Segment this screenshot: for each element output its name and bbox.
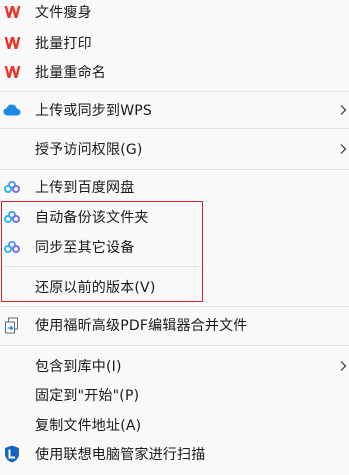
menu-item-foxit-merge[interactable]: 使用福昕高级PDF编辑器合并文件 <box>0 310 349 340</box>
menu-item-file-slim[interactable]: 文件瘦身 <box>0 0 349 27</box>
menu-separator <box>0 128 349 129</box>
menu-separator <box>0 306 349 307</box>
baidu-netdisk-icon <box>3 208 21 226</box>
menu-item-include-in-library[interactable]: 包含到库中(I) <box>0 351 349 381</box>
wps-icon <box>3 3 21 21</box>
menu-item-copy-path[interactable]: 复制文件地址(A) <box>0 410 349 440</box>
menu-item-restore-previous-versions[interactable]: 还原以前的版本(V) <box>0 272 349 302</box>
chevron-right-icon <box>340 144 347 154</box>
menu-item-upload-sync-wps[interactable]: 上传或同步到WPS <box>0 95 349 125</box>
menu-item-label: 上传到百度网盘 <box>35 180 135 196</box>
wps-icon <box>3 34 21 52</box>
menu-item-auto-backup-folder[interactable]: 自动备份该文件夹 <box>0 202 349 232</box>
menu-item-label: 文件瘦身 <box>35 5 92 21</box>
menu-item-label: 自动备份该文件夹 <box>35 210 149 226</box>
menu-item-label: 授予访问权限(G) <box>35 142 143 158</box>
foxit-merge-icon <box>3 316 21 334</box>
menu-item-lenovo-scan[interactable]: 使用联想电脑管家进行扫描 <box>0 439 349 469</box>
menu-item-batch-print[interactable]: 批量打印 <box>0 28 349 58</box>
menu-separator <box>0 345 349 346</box>
context-menu: 文件瘦身 批量打印 批量重命名 上传或同步到WPS 授予访问权限(G) 上传到百… <box>0 0 349 475</box>
menu-item-pin-to-start[interactable]: 固定到"开始"(P) <box>0 380 349 410</box>
menu-item-label: 还原以前的版本(V) <box>35 280 156 296</box>
menu-separator <box>2 266 201 267</box>
menu-item-label: 使用福昕高级PDF编辑器合并文件 <box>35 318 248 334</box>
menu-separator <box>0 169 349 170</box>
menu-item-upload-baidu[interactable]: 上传到百度网盘 <box>0 172 349 202</box>
lenovo-shield-icon <box>3 445 21 463</box>
chevron-right-icon <box>340 361 347 371</box>
menu-item-label: 批量重命名 <box>35 65 106 81</box>
menu-item-label: 批量打印 <box>35 36 92 52</box>
menu-item-label: 复制文件地址(A) <box>35 418 142 434</box>
menu-item-batch-rename[interactable]: 批量重命名 <box>0 57 349 87</box>
baidu-netdisk-icon <box>3 238 21 256</box>
baidu-netdisk-icon <box>3 178 21 196</box>
menu-item-sync-other-devices[interactable]: 同步至其它设备 <box>0 232 349 262</box>
menu-separator <box>0 91 349 92</box>
chevron-right-icon <box>340 105 347 115</box>
menu-item-label: 上传或同步到WPS <box>35 103 152 119</box>
wps-icon <box>3 63 21 81</box>
cloud-icon <box>3 101 21 119</box>
menu-item-label: 使用联想电脑管家进行扫描 <box>35 447 206 463</box>
menu-item-label: 固定到"开始"(P) <box>35 388 140 404</box>
menu-item-label: 包含到库中(I) <box>35 359 122 375</box>
menu-item-label: 同步至其它设备 <box>35 240 135 256</box>
menu-item-grant-access[interactable]: 授予访问权限(G) <box>0 134 349 164</box>
